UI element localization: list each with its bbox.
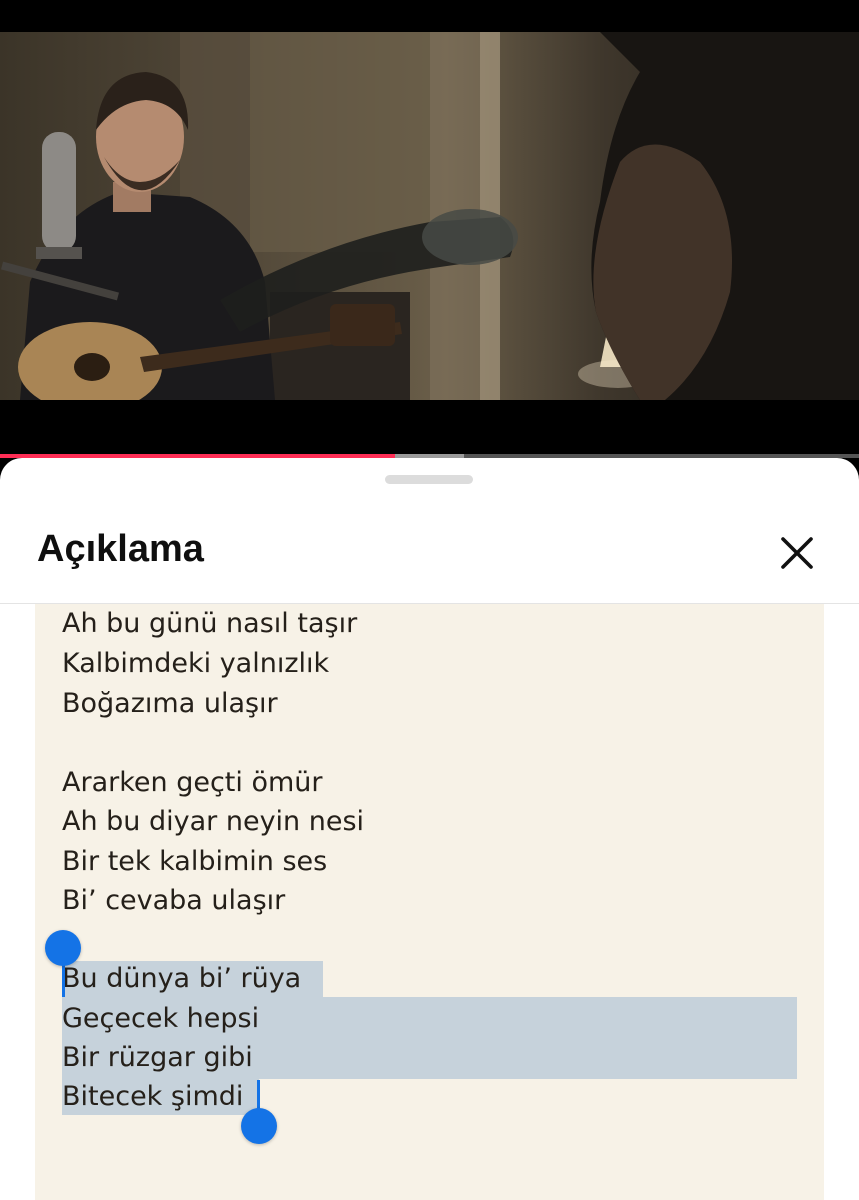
lyric-line-selected: Bitecek şimdi [62,1081,244,1112]
lyric-line-selected: Geçecek hepsi [62,1003,260,1034]
lyric-line: Ah bu günü nasıl taşır [62,608,358,639]
close-button[interactable] [772,528,822,578]
lyric-line: Bi’ cevaba ulaşır [62,885,286,916]
video-player[interactable] [0,32,859,400]
selection-end-handle[interactable] [241,1108,277,1144]
selection-start-caret [62,961,65,997]
video-letterbox [0,400,859,454]
close-icon [781,537,813,569]
lyric-line-selected: Bir rüzgar gibi [62,1042,253,1073]
selection-start-handle[interactable] [45,930,81,966]
lyric-line: Ah bu diyar neyin nesi [62,806,365,837]
lyric-line: Ararken geçti ömür [62,767,323,798]
lyric-line: Boğazıma ulaşır [62,688,278,719]
description-text[interactable]: Ah bu günü nasıl taşır Kalbimdeki yalnız… [35,604,824,1200]
description-sheet: Açıklama Ah bu günü nasıl taşır Kalbimde… [0,458,859,1200]
sheet-grabber[interactable] [385,475,473,484]
lyric-line-selected: Bu dünya bi’ rüya [62,963,302,994]
lyric-line: Bir tek kalbimin ses [62,846,328,877]
sheet-title: Açıklama [37,528,204,570]
lyric-line: Kalbimdeki yalnızlık [62,648,330,679]
top-bar [0,0,859,32]
video-frame [1,32,859,400]
